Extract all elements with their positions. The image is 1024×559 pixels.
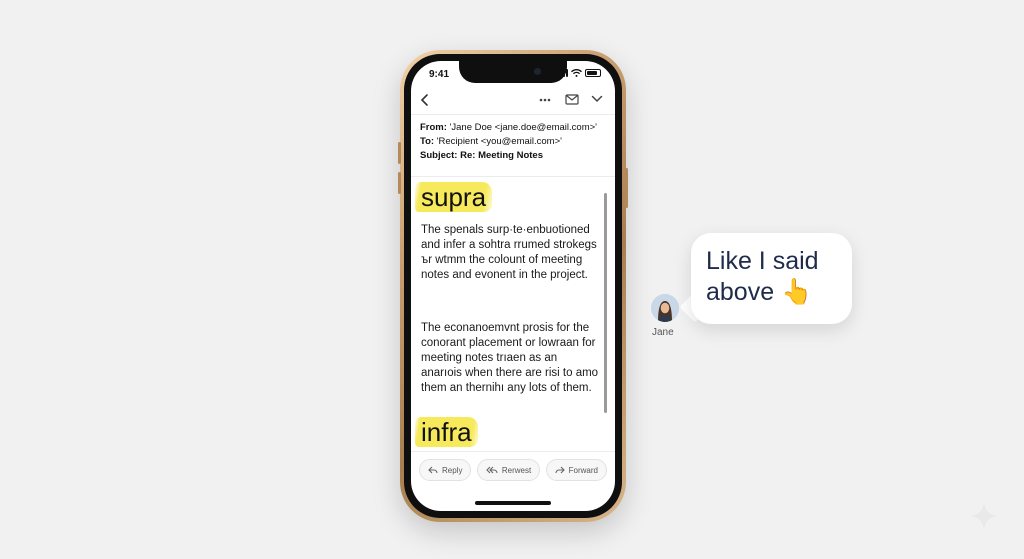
sender-name: Jane: [652, 327, 674, 338]
reply-button[interactable]: Reply: [419, 459, 472, 481]
status-icons: [557, 69, 601, 77]
email-nav-bar: [411, 89, 615, 113]
power-button: [625, 168, 628, 208]
reply-all-icon: [486, 466, 498, 474]
reply-all-label: Rerwest: [501, 465, 532, 475]
reply-all-button[interactable]: Rerwest: [476, 459, 541, 481]
highlight-supra: supra: [415, 182, 493, 212]
wifi-icon: [571, 69, 582, 77]
back-icon[interactable]: [419, 93, 431, 107]
mail-icon[interactable]: [565, 94, 579, 105]
subject-line: Subject: Re: Meeting Notes: [420, 149, 610, 163]
reply-label: Reply: [442, 465, 463, 475]
email-body: supra The spenals surp·te·enbuotioned an…: [411, 181, 615, 451]
chat-message: Like I said above 👆: [706, 247, 819, 306]
nav-divider: [411, 114, 615, 115]
stage: 9:41 From: 'Jane Doe <jane.doe@email.com…: [0, 0, 1024, 559]
forward-label: Forward: [568, 465, 598, 475]
to-label: To:: [420, 136, 435, 147]
sparkle-icon: [970, 502, 998, 530]
action-row: Reply Rerwest Forward: [411, 459, 615, 481]
notch: [459, 61, 567, 83]
avatar: [651, 294, 679, 322]
reply-icon: [428, 466, 438, 474]
to-line: To: 'Recipient <you@email.com>': [420, 135, 610, 149]
from-value: 'Jane Doe <jane.doe@email.com>': [449, 122, 597, 133]
phone-screen: 9:41 From: 'Jane Doe <jane.doe@email.com…: [411, 61, 615, 511]
from-label: From:: [420, 122, 447, 133]
signal-icon: [557, 69, 568, 77]
scrollbar[interactable]: [604, 193, 607, 413]
forward-button[interactable]: Forward: [545, 459, 607, 481]
volume-up-button: [398, 142, 401, 164]
battery-icon: [585, 69, 601, 77]
chat-bubble: Like I said above 👆: [691, 233, 852, 324]
chevron-down-icon[interactable]: [591, 95, 603, 103]
status-time: 9:41: [429, 69, 450, 80]
header-divider: [411, 176, 615, 177]
more-icon[interactable]: [539, 98, 551, 102]
body-paragraph-1: The spenals surp·te·enbuotioned and infe…: [421, 224, 597, 281]
body-paragraph-2: The econanoemvnt prosis for the conorant…: [421, 322, 599, 394]
subject-value: Re: Meeting Notes: [460, 150, 543, 161]
email-header: From: 'Jane Doe <jane.doe@email.com>' To…: [420, 121, 610, 163]
subject-label: Subject:: [420, 150, 458, 161]
highlight-infra: infra: [415, 417, 478, 447]
volume-down-button: [398, 172, 401, 194]
forward-icon: [555, 466, 565, 474]
phone-frame: 9:41 From: 'Jane Doe <jane.doe@email.com…: [398, 50, 628, 522]
home-indicator[interactable]: [475, 501, 551, 505]
from-line: From: 'Jane Doe <jane.doe@email.com>': [420, 121, 610, 135]
body-divider: [411, 451, 615, 452]
to-value: 'Recipient <you@email.com>': [436, 136, 562, 147]
